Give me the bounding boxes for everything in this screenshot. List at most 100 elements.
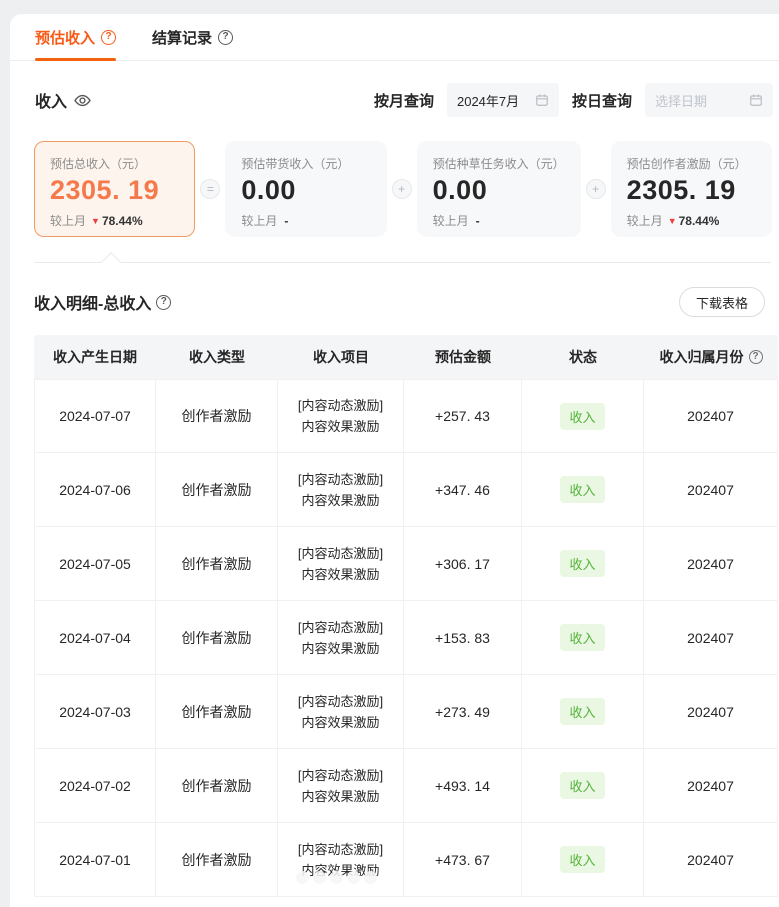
help-icon[interactable]: [156, 295, 171, 310]
table-header-row: 收入产生日期 收入类型 收入项目 预估金额 状态 收入归属月份: [34, 335, 778, 379]
stat-card-total-income[interactable]: 预估总收入（元） 2305. 19 较上月 ▼ 78.44%: [34, 141, 195, 237]
day-picker[interactable]: 选择日期: [645, 83, 773, 117]
cell-status: 收入: [522, 749, 644, 823]
month-picker[interactable]: 2024年7月: [447, 83, 559, 117]
connector-equals: =: [195, 179, 225, 199]
stat-card-value: 0.00: [241, 175, 370, 206]
col-header-status: 状态: [522, 335, 644, 379]
stat-card-seeding-task-income[interactable]: 预估种草任务收入（元） 0.00 较上月 -: [417, 141, 581, 237]
eye-icon[interactable]: [74, 92, 91, 109]
calendar-icon: [535, 93, 549, 107]
cell-type: 创作者激励: [156, 379, 278, 453]
tab-settlement-records[interactable]: 结算记录: [152, 14, 233, 60]
col-header-date: 收入产生日期: [34, 335, 156, 379]
cell-amount: +153. 83: [404, 601, 522, 675]
section-divider: [34, 262, 771, 263]
status-badge: 收入: [560, 624, 604, 651]
col-header-type: 收入类型: [156, 335, 278, 379]
month-picker-value: 2024年7月: [457, 91, 535, 110]
detail-header-row: 收入明细-总收入 下载表格: [34, 287, 765, 317]
status-badge: 收入: [560, 772, 604, 799]
connector-plus: +: [387, 179, 417, 199]
help-icon[interactable]: [101, 30, 116, 45]
table-row: 2024-07-05 创作者激励 [内容动态激励]内容效果激励 +306. 17…: [34, 527, 778, 601]
compare-value: 78.44%: [679, 214, 720, 228]
cell-month: 202407: [644, 823, 778, 897]
stat-card-sales-income[interactable]: 预估带货收入（元） 0.00 较上月 -: [225, 141, 386, 237]
cell-status: 收入: [522, 527, 644, 601]
stat-card-creator-incentive[interactable]: 预估创作者激励（元） 2305. 19 较上月 ▼ 78.44%: [611, 141, 772, 237]
cell-project: [内容动态激励]内容效果激励: [278, 379, 404, 453]
status-badge: 收入: [560, 846, 604, 873]
cell-amount: +473. 67: [404, 823, 522, 897]
tab-label: 结算记录: [152, 27, 212, 48]
trend-down-icon: ▼: [668, 216, 677, 226]
tab-label: 预估收入: [35, 27, 95, 48]
compare-label: 较上月: [433, 212, 469, 229]
table-row: 2024-07-01 创作者激励 [内容动态激励]内容效果激励 +473. 67…: [34, 823, 778, 897]
table-row: 2024-07-03 创作者激励 [内容动态激励]内容效果激励 +273. 49…: [34, 675, 778, 749]
cell-project: [内容动态激励]内容效果激励: [278, 527, 404, 601]
cell-status: 收入: [522, 675, 644, 749]
col-header-amount: 预估金额: [404, 335, 522, 379]
stat-card-compare: 较上月 ▼ 78.44%: [627, 212, 756, 229]
cell-month: 202407: [644, 601, 778, 675]
selected-card-caret: [101, 252, 121, 272]
help-icon[interactable]: [749, 350, 763, 364]
cell-status: 收入: [522, 823, 644, 897]
cell-date: 2024-07-05: [34, 527, 156, 601]
cell-type: 创作者激励: [156, 823, 278, 897]
date-filters: 按月查询 2024年7月 按日查询 选择日期: [374, 83, 773, 117]
cell-month: 202407: [644, 453, 778, 527]
status-badge: 收入: [560, 476, 604, 503]
stat-card-compare: 较上月 -: [241, 212, 370, 229]
col-header-month: 收入归属月份: [644, 335, 778, 379]
download-table-button[interactable]: 下载表格: [679, 287, 765, 317]
stat-card-value: 2305. 19: [627, 175, 756, 206]
cell-month: 202407: [644, 675, 778, 749]
cell-project: [内容动态激励]内容效果激励: [278, 749, 404, 823]
compare-value: -: [476, 214, 480, 228]
plus-icon: +: [392, 179, 412, 199]
cell-date: 2024-07-02: [34, 749, 156, 823]
calendar-icon: [749, 93, 763, 107]
table-row: 2024-07-04 创作者激励 [内容动态激励]内容效果激励 +153. 83…: [34, 601, 778, 675]
cell-project: [内容动态激励]内容效果激励: [278, 675, 404, 749]
compare-label: 较上月: [627, 212, 663, 229]
cell-amount: +257. 43: [404, 379, 522, 453]
income-title: 收入: [35, 88, 91, 112]
tab-estimated-income[interactable]: 预估收入: [35, 14, 116, 60]
stat-card-compare: 较上月 ▼ 78.44%: [50, 212, 179, 229]
cell-type: 创作者激励: [156, 527, 278, 601]
cell-status: 收入: [522, 379, 644, 453]
cell-type: 创作者激励: [156, 453, 278, 527]
day-picker-placeholder: 选择日期: [655, 91, 749, 110]
month-query-label: 按月查询: [374, 90, 434, 111]
cell-date: 2024-07-03: [34, 675, 156, 749]
compare-value: 78.44%: [102, 214, 143, 228]
stat-card-value: 0.00: [433, 175, 565, 206]
table-row: 2024-07-07 创作者激励 [内容动态激励]内容效果激励 +257. 43…: [34, 379, 778, 453]
cell-project: [内容动态激励]内容效果激励: [278, 601, 404, 675]
table-row: 2024-07-02 创作者激励 [内容动态激励]内容效果激励 +493. 14…: [34, 749, 778, 823]
stat-card-label: 预估种草任务收入（元）: [433, 155, 565, 172]
cell-amount: +493. 14: [404, 749, 522, 823]
col-header-project: 收入项目: [278, 335, 404, 379]
income-panel: 预估收入 结算记录 收入 按月查询: [10, 14, 779, 907]
compare-label: 较上月: [50, 212, 86, 229]
income-detail-table: 收入产生日期 收入类型 收入项目 预估金额 状态 收入归属月份 2024-07-…: [34, 335, 778, 897]
tab-bar: 预估收入 结算记录: [10, 14, 779, 61]
day-query-label: 按日查询: [572, 90, 632, 111]
income-header-row: 收入 按月查询 2024年7月: [35, 83, 773, 117]
cell-amount: +306. 17: [404, 527, 522, 601]
status-badge: 收入: [560, 403, 604, 430]
cell-project: [内容动态激励]内容效果激励: [278, 823, 404, 897]
page: 预估收入 结算记录 收入 按月查询: [0, 0, 779, 907]
cell-status: 收入: [522, 453, 644, 527]
help-icon[interactable]: [218, 30, 233, 45]
stat-card-value: 2305. 19: [50, 175, 179, 206]
cell-month: 202407: [644, 749, 778, 823]
cell-type: 创作者激励: [156, 675, 278, 749]
cell-date: 2024-07-01: [34, 823, 156, 897]
cell-amount: +273. 49: [404, 675, 522, 749]
